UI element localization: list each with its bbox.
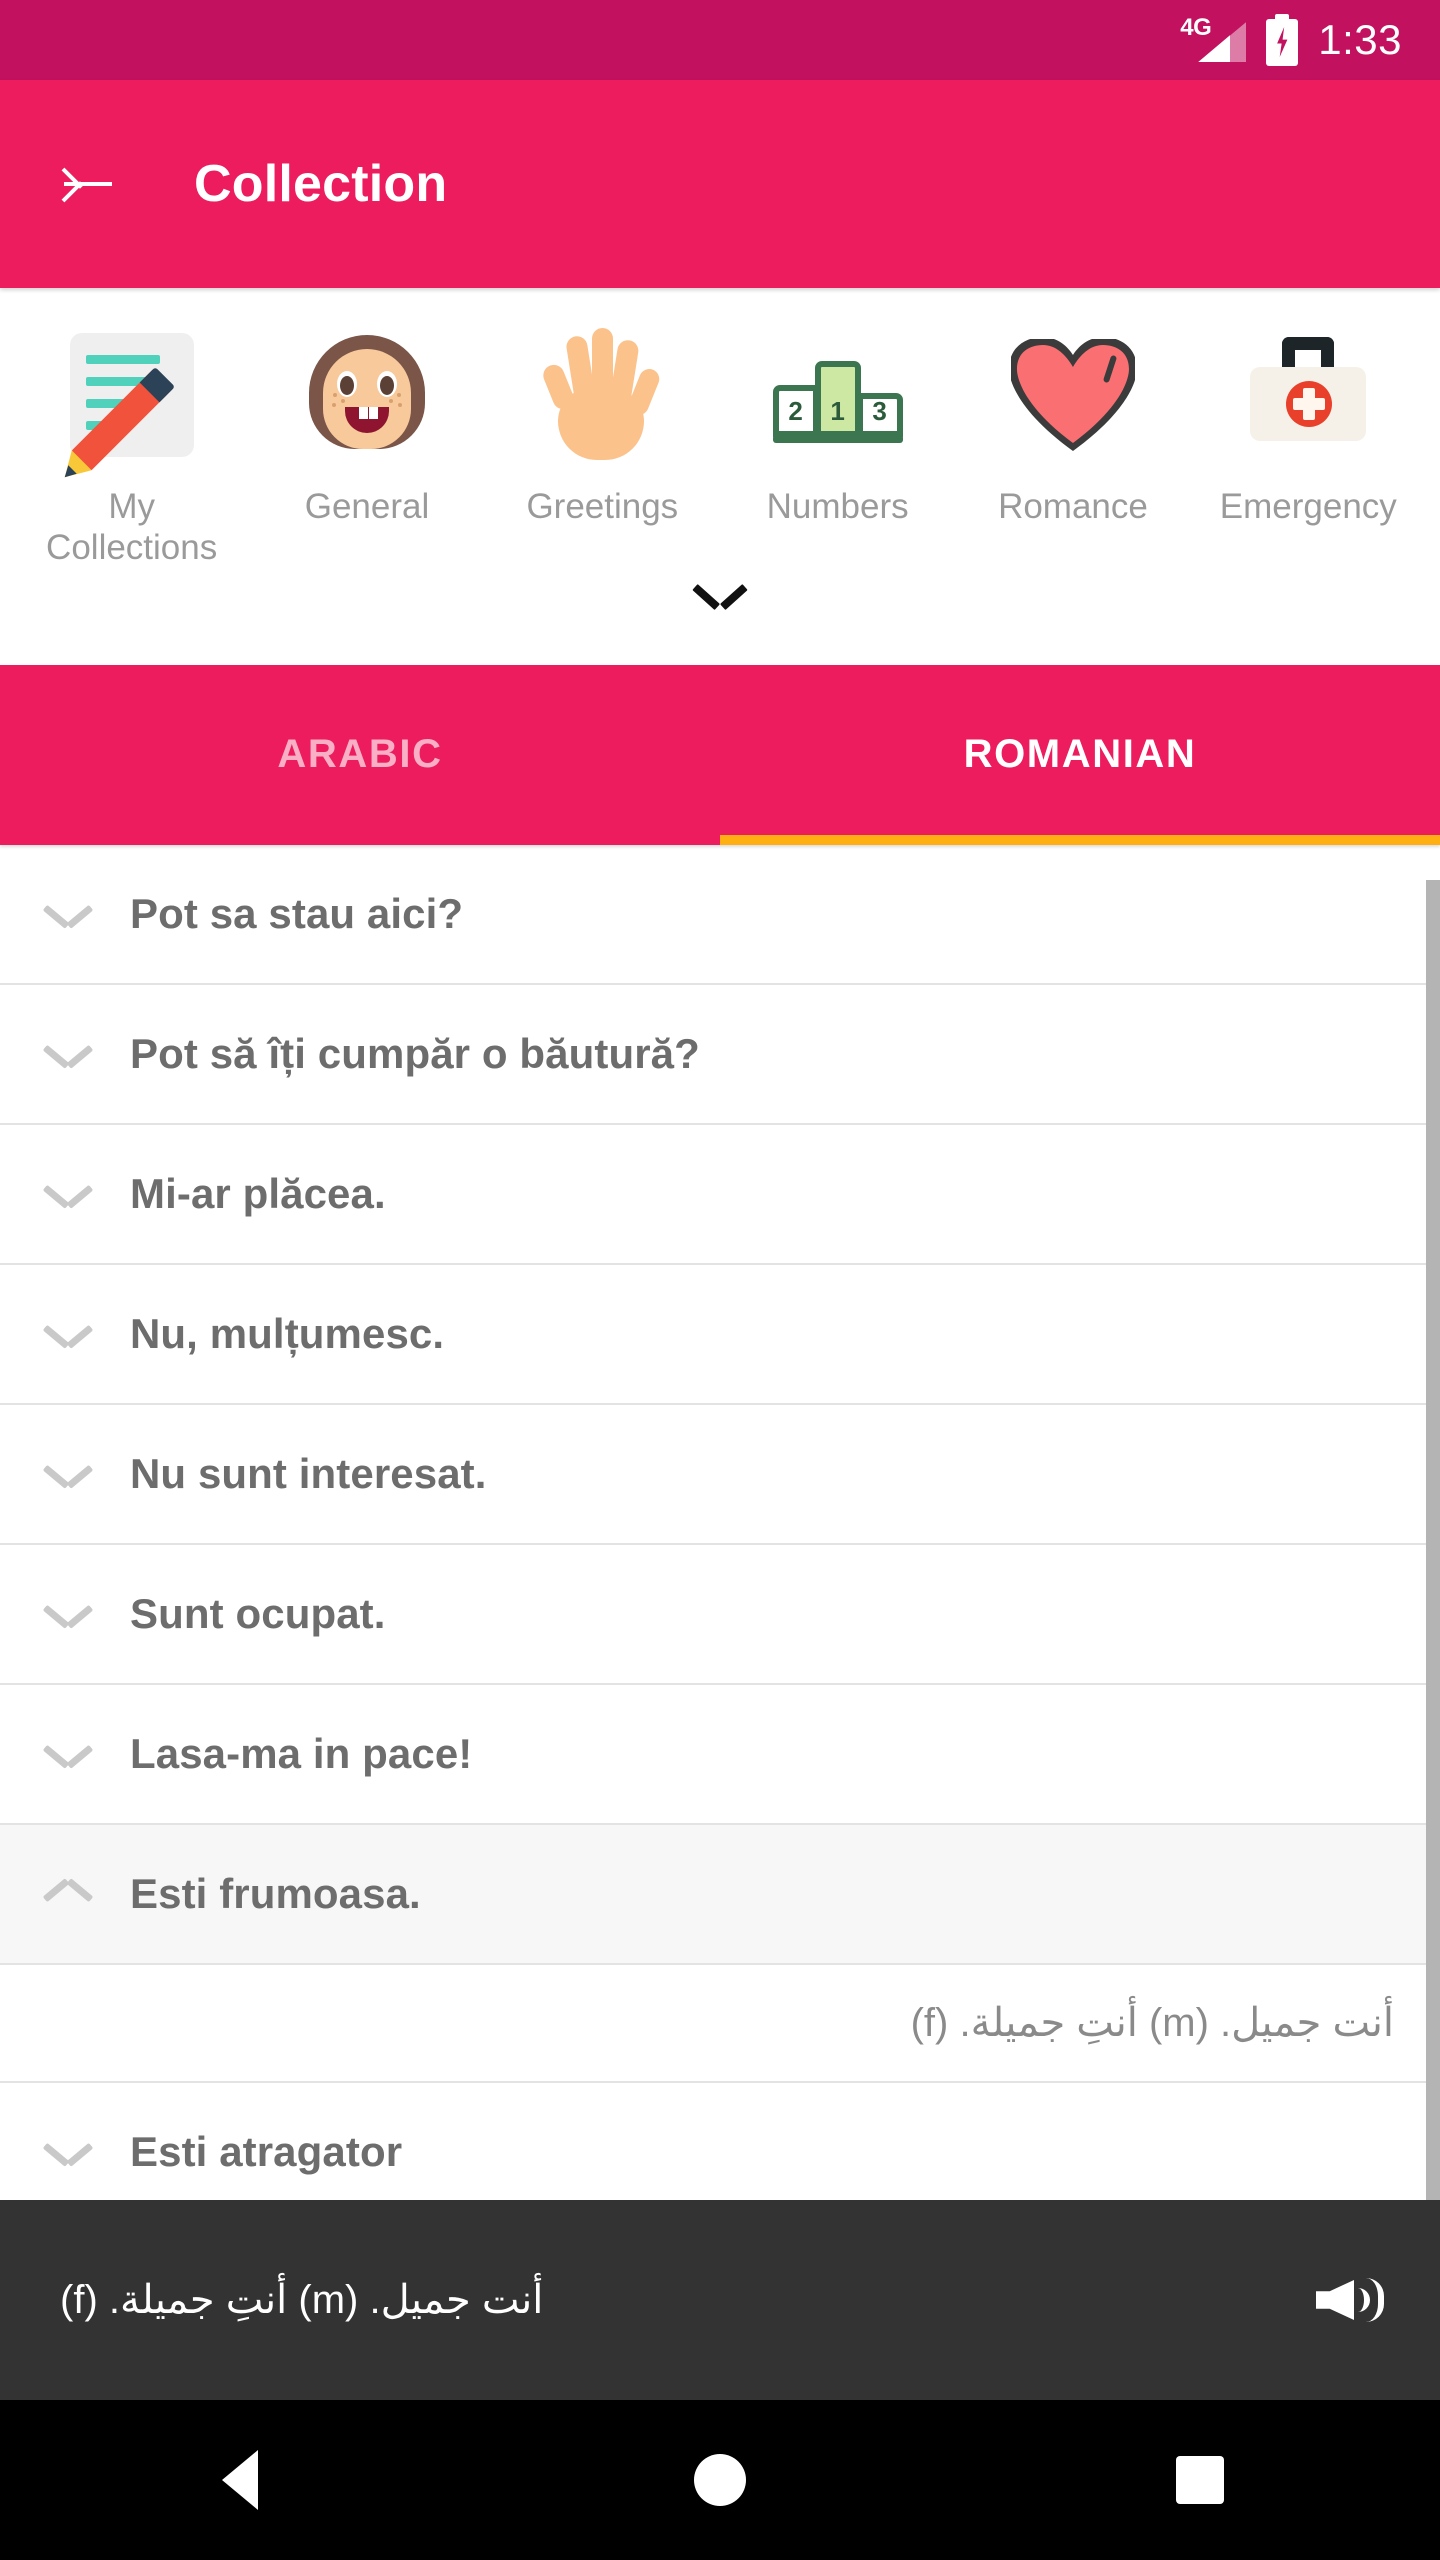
- expand-categories-button[interactable]: [0, 569, 1440, 665]
- chevron-down-icon: [42, 1042, 94, 1069]
- chevron-down-icon: [42, 1602, 94, 1629]
- phrase-text: Lasa-ma in pace!: [130, 1729, 473, 1777]
- chevron-down-icon: [692, 583, 748, 610]
- category-row: My Collections General Greetings 2 1 3 N…: [0, 310, 1440, 569]
- category-strip: My Collections General Greetings 2 1 3 N…: [0, 288, 1440, 665]
- tab-romanian[interactable]: ROMANIAN: [720, 665, 1440, 845]
- audio-player-bar: أنت جميل. (m) أنتِ جميلة. (f): [0, 2200, 1440, 2400]
- list-item[interactable]: Nu, mulțumesc.: [0, 1264, 1440, 1405]
- list-item[interactable]: Sunt ocupat.: [0, 1544, 1440, 1685]
- list-scrollbar[interactable]: [1426, 880, 1440, 2200]
- category-label: My Collections: [46, 487, 218, 568]
- phrase-text: Esti atragator: [130, 2127, 403, 2175]
- back-triangle-icon: [222, 2450, 258, 2510]
- phrase-text: Nu sunt interesat.: [130, 1449, 487, 1497]
- tab-indicator: [720, 834, 1440, 845]
- chevron-down-icon: [42, 2140, 94, 2167]
- tab-romanian-label: ROMANIAN: [963, 732, 1197, 777]
- speaker-icon[interactable]: [1316, 2269, 1386, 2331]
- phrase-text: Mi-ar plăcea.: [130, 1169, 386, 1217]
- nav-back-button[interactable]: [180, 2420, 300, 2540]
- category-item-general[interactable]: General: [249, 310, 484, 569]
- memo-icon: [54, 310, 194, 488]
- category-label: Romance: [998, 487, 1148, 526]
- translation-text: أنت جميل. (m) أنتِ جميلة. (f): [910, 2000, 1394, 2045]
- heart-icon: [1011, 310, 1135, 480]
- status-bar-clock: 1:33: [1318, 16, 1402, 63]
- first-aid-kit-icon: [1246, 310, 1370, 480]
- chevron-down-icon: [42, 902, 94, 929]
- signal-4g-icon: 4G: [1180, 14, 1247, 66]
- home-circle-icon: [694, 2454, 746, 2506]
- app-screen: 4G 1:33 Collection My Collections Genera…: [0, 0, 1440, 2560]
- girl-face-icon: [305, 310, 429, 480]
- android-navigation-bar: [0, 2400, 1440, 2560]
- phrase-text: Esti frumoasa.: [130, 1869, 421, 1917]
- category-item-my-collections[interactable]: My Collections: [14, 310, 249, 569]
- network-type-label: 4G: [1180, 14, 1212, 41]
- back-arrow-icon[interactable]: [61, 158, 114, 210]
- chevron-down-icon: [42, 1462, 94, 1489]
- category-item-numbers[interactable]: 213 Numbers: [720, 310, 955, 569]
- list-item[interactable]: Pot sa stau aici?: [0, 844, 1440, 985]
- category-label: General: [304, 487, 430, 526]
- app-bar: Collection: [0, 80, 1440, 288]
- chevron-down-icon: [42, 1742, 94, 1769]
- category-item-romance[interactable]: Romance: [955, 310, 1190, 569]
- nav-recents-button[interactable]: [1140, 2420, 1260, 2540]
- language-tabs: ARABIC ROMANIAN: [0, 664, 1440, 845]
- chevron-down-icon: [42, 1182, 94, 1209]
- player-phrase-text: أنت جميل. (m) أنتِ جميلة. (f): [60, 2278, 544, 2322]
- page-title: Collection: [194, 155, 448, 213]
- status-bar: 4G 1:33: [0, 0, 1440, 80]
- battery-charging-icon: [1266, 14, 1299, 66]
- raised-hand-icon: [540, 310, 663, 480]
- category-item-greetings[interactable]: Greetings: [485, 310, 720, 569]
- phrase-text: Sunt ocupat.: [130, 1589, 386, 1637]
- nav-home-button[interactable]: [660, 2420, 780, 2540]
- category-label: Numbers: [766, 487, 909, 526]
- recents-square-icon: [1176, 2456, 1224, 2504]
- translation-row[interactable]: أنت جميل. (m) أنتِ جميلة. (f): [0, 1964, 1440, 2083]
- phrase-text: Nu, mulțumesc.: [130, 1309, 445, 1357]
- list-item[interactable]: Lasa-ma in pace!: [0, 1684, 1440, 1825]
- tab-arabic[interactable]: ARABIC: [0, 665, 720, 845]
- category-label: Emergency: [1219, 487, 1397, 526]
- list-item[interactable]: Mi-ar plăcea.: [0, 1124, 1440, 1265]
- category-item-emergency[interactable]: Emergency: [1191, 310, 1426, 569]
- list-item[interactable]: Nu sunt interesat.: [0, 1404, 1440, 1545]
- phrase-text: Pot sa stau aici?: [130, 889, 464, 937]
- phrase-list: Pot sa stau aici? Pot să îți cumpăr o bă…: [0, 844, 1440, 2223]
- chevron-up-icon: [42, 1877, 94, 1906]
- list-item[interactable]: Pot să îți cumpăr o băutură?: [0, 984, 1440, 1125]
- phrase-text: Pot să îți cumpăr o băutură?: [130, 1029, 700, 1077]
- category-label: Greetings: [526, 487, 679, 526]
- podium-icon: 213: [772, 310, 903, 480]
- chevron-down-icon: [42, 1322, 94, 1349]
- list-item-expanded[interactable]: Esti frumoasa.: [0, 1824, 1440, 1965]
